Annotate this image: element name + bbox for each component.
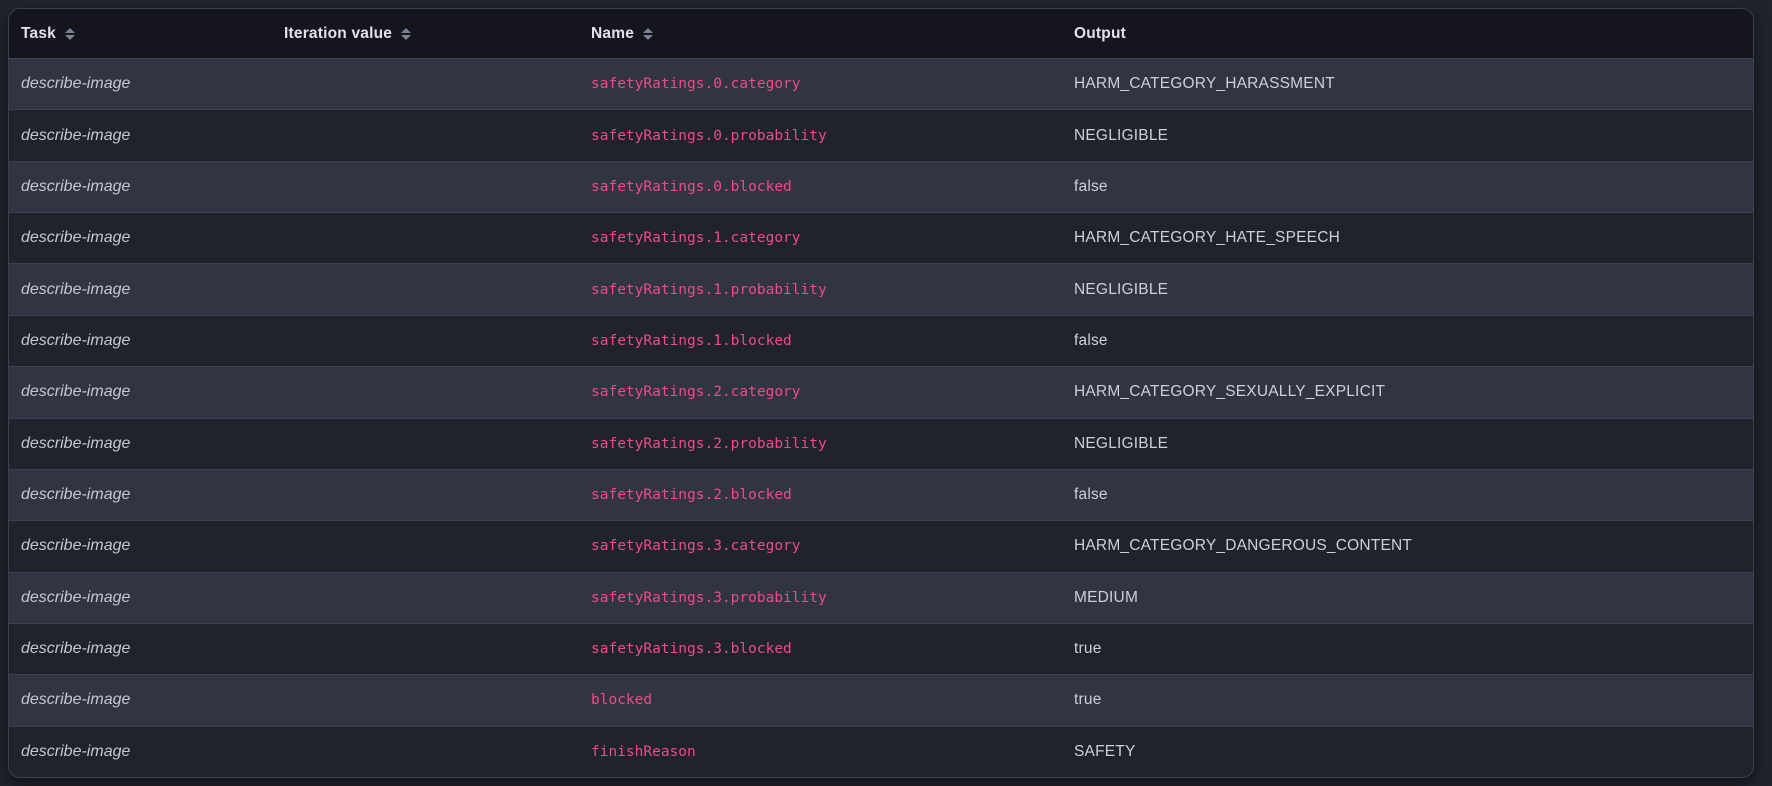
task-cell: describe-image	[21, 331, 131, 349]
output-cell: true	[1074, 691, 1102, 709]
output-cell: HARM_CATEGORY_HATE_SPEECH	[1074, 229, 1340, 247]
output-cell: false	[1074, 486, 1108, 504]
name-cell: safetyRatings.0.blocked	[591, 178, 792, 195]
table-row[interactable]: describe-image safetyRatings.1.blocked f…	[9, 314, 1753, 367]
output-cell: MEDIUM	[1074, 588, 1139, 606]
table-row[interactable]: describe-image safetyRatings.3.category …	[9, 520, 1753, 572]
table-row[interactable]: describe-image finishReason SAFETY	[9, 725, 1753, 777]
name-cell: safetyRatings.0.category	[591, 76, 801, 93]
table-body: describe-image safetyRatings.0.category …	[9, 58, 1753, 777]
table-header-row: Task Iteration value Name Output	[9, 9, 1753, 58]
name-cell: safetyRatings.3.category	[591, 538, 801, 555]
table-row[interactable]: describe-image safetyRatings.3.probabili…	[9, 571, 1753, 623]
sort-icon[interactable]	[643, 28, 654, 40]
table-row[interactable]: describe-image safetyRatings.0.category …	[9, 58, 1753, 110]
name-cell: safetyRatings.2.blocked	[591, 487, 792, 504]
output-cell: HARM_CATEGORY_DANGEROUS_CONTENT	[1074, 537, 1413, 555]
table-row[interactable]: describe-image safetyRatings.1.category …	[9, 212, 1753, 264]
column-header-name[interactable]: Name	[579, 25, 1062, 43]
column-header-task-label: Task	[21, 24, 56, 42]
column-header-iteration-value[interactable]: Iteration value	[272, 25, 579, 43]
name-cell: safetyRatings.1.blocked	[591, 332, 792, 349]
task-cell: describe-image	[21, 434, 131, 452]
output-cell: NEGLIGIBLE	[1074, 126, 1169, 144]
sort-icon[interactable]	[401, 28, 412, 40]
output-cell: NEGLIGIBLE	[1074, 280, 1169, 298]
table-row[interactable]: describe-image safetyRatings.0.probabili…	[9, 109, 1753, 161]
task-cell: describe-image	[21, 280, 131, 298]
output-cell: SAFETY	[1074, 742, 1136, 760]
name-cell: safetyRatings.0.probability	[591, 127, 827, 144]
name-cell: safetyRatings.3.probability	[591, 589, 827, 606]
task-cell: describe-image	[21, 229, 131, 247]
task-cell: describe-image	[21, 177, 131, 195]
name-cell: safetyRatings.2.category	[591, 384, 801, 401]
task-cell: describe-image	[21, 75, 131, 93]
task-cell: describe-image	[21, 640, 131, 658]
name-cell: safetyRatings.2.probability	[591, 435, 827, 452]
sort-icon[interactable]	[64, 28, 75, 40]
results-table: Task Iteration value Name Output describ…	[8, 8, 1754, 778]
table-row[interactable]: describe-image blocked true	[9, 674, 1753, 726]
name-cell: safetyRatings.3.blocked	[591, 641, 792, 658]
task-cell: describe-image	[21, 537, 131, 555]
task-cell: describe-image	[21, 383, 131, 401]
output-cell: true	[1074, 640, 1102, 658]
task-cell: describe-image	[21, 742, 131, 760]
table-row[interactable]: describe-image safetyRatings.0.blocked f…	[9, 160, 1753, 213]
task-cell: describe-image	[21, 486, 131, 504]
name-cell: blocked	[591, 692, 653, 709]
task-cell: describe-image	[21, 126, 131, 144]
column-header-output-label: Output	[1074, 24, 1126, 42]
output-cell: false	[1074, 177, 1108, 195]
table-row[interactable]: describe-image safetyRatings.2.probabili…	[9, 417, 1753, 469]
name-cell: safetyRatings.1.probability	[591, 281, 827, 298]
column-header-output: Output	[1062, 25, 1753, 43]
table-row[interactable]: describe-image safetyRatings.1.probabili…	[9, 263, 1753, 315]
output-cell: HARM_CATEGORY_SEXUALLY_EXPLICIT	[1074, 383, 1386, 401]
table-row[interactable]: describe-image safetyRatings.2.category …	[9, 366, 1753, 418]
column-header-task[interactable]: Task	[9, 25, 272, 43]
task-cell: describe-image	[21, 588, 131, 606]
task-cell: describe-image	[21, 691, 131, 709]
table-row[interactable]: describe-image safetyRatings.2.blocked f…	[9, 468, 1753, 521]
name-cell: safetyRatings.1.category	[591, 230, 801, 247]
column-header-name-label: Name	[591, 24, 635, 42]
output-cell: NEGLIGIBLE	[1074, 434, 1169, 452]
name-cell: finishReason	[591, 743, 696, 760]
table-row[interactable]: describe-image safetyRatings.3.blocked t…	[9, 622, 1753, 675]
output-cell: false	[1074, 331, 1108, 349]
output-cell: HARM_CATEGORY_HARASSMENT	[1074, 75, 1335, 93]
column-header-iteration-value-label: Iteration value	[284, 24, 393, 42]
